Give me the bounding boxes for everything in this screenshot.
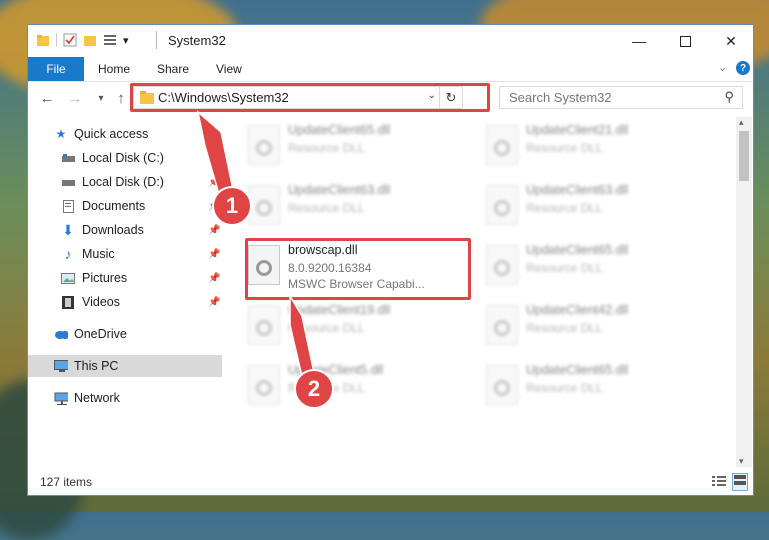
- step-2-badge: 2: [294, 369, 334, 409]
- annotation-arrows: [196, 109, 317, 386]
- step-1-badge: 1: [212, 186, 252, 226]
